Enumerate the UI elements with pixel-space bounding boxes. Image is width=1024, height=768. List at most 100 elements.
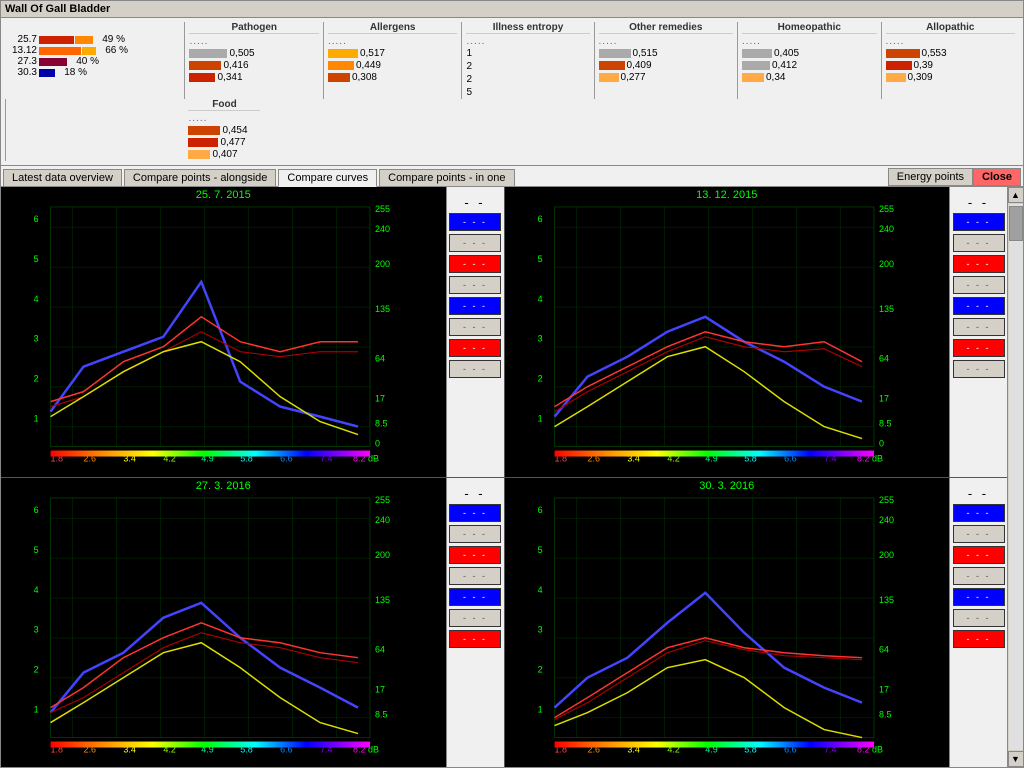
legend-1-red2[interactable]: - - - [449, 339, 501, 357]
legend-3-red2[interactable]: - - - [449, 630, 501, 648]
energy-points-button[interactable]: Energy points [888, 168, 973, 186]
svg-text:17: 17 [878, 684, 888, 694]
chart-4: 30. 3. 2016 [505, 478, 1008, 768]
scroll-down-button[interactable]: ▼ [1008, 751, 1024, 767]
legend-4-red[interactable]: - - - [953, 546, 1005, 564]
svg-text:135: 135 [878, 594, 893, 604]
legend-3-gray2[interactable]: - - - [449, 567, 501, 585]
svg-text:200: 200 [375, 549, 390, 559]
legend-4-gray[interactable]: - - - [953, 525, 1005, 543]
legend-1-blue[interactable]: - - - [449, 213, 501, 231]
svg-text:2: 2 [34, 664, 39, 674]
chart-1-title: 25. 7. 2015 [196, 189, 251, 201]
svg-text:135: 135 [878, 304, 893, 314]
legend-1-blue2[interactable]: - - - [449, 297, 501, 315]
legend-1-gray[interactable]: - - - [449, 234, 501, 252]
legend-2-red2[interactable]: - - - [953, 339, 1005, 357]
legend-1-red[interactable]: - - - [449, 255, 501, 273]
legend-2-gray[interactable]: - - - [953, 234, 1005, 252]
chart-4-svg: 6 5 4 3 2 1 255 240 200 135 64 17 8.5 [505, 478, 950, 768]
svg-text:17: 17 [375, 394, 385, 404]
svg-text:2: 2 [537, 664, 542, 674]
window-title: Wall Of Gall Bladder [5, 3, 110, 15]
chart-1: 25. 7. 2015 6 5 4 3 2 [1, 187, 504, 477]
legend-2-blue2[interactable]: - - - [953, 297, 1005, 315]
svg-text:6: 6 [34, 214, 39, 224]
tab-latest-data[interactable]: Latest data overview [3, 169, 122, 186]
close-button[interactable]: Close [973, 168, 1021, 186]
other-row-3: 0,409 [599, 60, 733, 71]
svg-text:4: 4 [537, 584, 542, 594]
legend-1-gray3[interactable]: - - - [449, 318, 501, 336]
legend-2-gray3[interactable]: - - - [953, 318, 1005, 336]
other-remedies-title: Other remedies [599, 22, 733, 34]
legend-4-gray3[interactable]: - - - [953, 609, 1005, 627]
svg-text:17: 17 [878, 394, 888, 404]
svg-text:6: 6 [34, 504, 39, 514]
legend-4-blue2[interactable]: - - - [953, 588, 1005, 606]
svg-text:1: 1 [537, 414, 542, 424]
svg-text:5: 5 [537, 254, 542, 264]
legend-3-blue2[interactable]: - - - [449, 588, 501, 606]
svg-text:8.5: 8.5 [375, 709, 387, 719]
svg-text:3: 3 [34, 334, 39, 344]
legend-2-blue[interactable]: - - - [953, 213, 1005, 231]
svg-text:5: 5 [537, 544, 542, 554]
tab-compare-in-one[interactable]: Compare points - in one [379, 169, 514, 186]
svg-text:2: 2 [537, 374, 542, 384]
svg-text:4: 4 [34, 294, 39, 304]
svg-text:255: 255 [375, 494, 390, 504]
svg-text:135: 135 [375, 304, 390, 314]
legend-3-red[interactable]: - - - [449, 546, 501, 564]
legend-1-gray2[interactable]: - - - [449, 276, 501, 294]
tab-compare-alongside[interactable]: Compare points - alongside [124, 169, 277, 186]
svg-text:255: 255 [878, 494, 893, 504]
svg-text:4: 4 [34, 584, 39, 594]
svg-text:64: 64 [375, 354, 385, 364]
svg-text:1: 1 [537, 704, 542, 714]
svg-text:200: 200 [878, 259, 893, 269]
food-dot-1: ..... [188, 113, 260, 124]
meas-row-4: 30.3 18 % [9, 67, 180, 78]
allo-dot-1: ..... [886, 36, 1016, 47]
tab-compare-curves[interactable]: Compare curves [278, 169, 377, 187]
svg-text:6: 6 [537, 504, 542, 514]
legend-3-gray[interactable]: - - - [449, 525, 501, 543]
svg-text:200: 200 [878, 549, 893, 559]
allergens-dot-1: ..... [328, 36, 457, 47]
svg-text:240: 240 [878, 224, 893, 234]
other-dot-1: ..... [599, 36, 733, 47]
legend-4-red2[interactable]: - - - [953, 630, 1005, 648]
svg-text:3: 3 [34, 624, 39, 634]
measurements-col: 25.7 49 % 13.12 66 % 27.3 [5, 22, 184, 99]
legend-4-dash: - - [968, 486, 989, 501]
svg-text:0: 0 [878, 439, 883, 449]
scroll-up-button[interactable]: ▲ [1008, 187, 1024, 203]
svg-text:8.5: 8.5 [375, 419, 387, 429]
svg-text:64: 64 [375, 644, 385, 654]
legend-1-gray4[interactable]: - - - [449, 360, 501, 378]
legend-2-red[interactable]: - - - [953, 255, 1005, 273]
legend-4-blue[interactable]: - - - [953, 504, 1005, 522]
allo-row-3: 0,39 [886, 60, 1016, 71]
chart-4-title: 30. 3. 2016 [699, 480, 754, 492]
homeo-row-4: 0,34 [742, 72, 877, 83]
homeopathic-title: Homeopathic [742, 22, 877, 34]
svg-text:3: 3 [537, 334, 542, 344]
chart-3-title: 27. 3. 2016 [196, 480, 251, 492]
scroll-thumb[interactable] [1009, 206, 1023, 241]
meas-row-1: 25.7 49 % [9, 34, 180, 45]
chart-1-svg: 6 5 4 3 2 1 255 240 200 135 64 [1, 187, 446, 477]
legend-2-gray2[interactable]: - - - [953, 276, 1005, 294]
legend-4-gray2[interactable]: - - - [953, 567, 1005, 585]
svg-text:1: 1 [34, 414, 39, 424]
scrollbar: ▲ ▼ [1007, 187, 1023, 767]
pathogen-dot-1: ..... [189, 36, 318, 47]
pathogen-col: Pathogen ..... 0,505 0,416 0,341 [185, 22, 322, 99]
chart-2-legend: - - - - - - - - - - - - - - - - - [949, 187, 1007, 477]
legend-3-gray3[interactable]: - - - [449, 609, 501, 627]
legend-2-gray4[interactable]: - - - [953, 360, 1005, 378]
svg-text:200: 200 [375, 259, 390, 269]
legend-3-blue[interactable]: - - - [449, 504, 501, 522]
svg-text:240: 240 [375, 514, 390, 524]
